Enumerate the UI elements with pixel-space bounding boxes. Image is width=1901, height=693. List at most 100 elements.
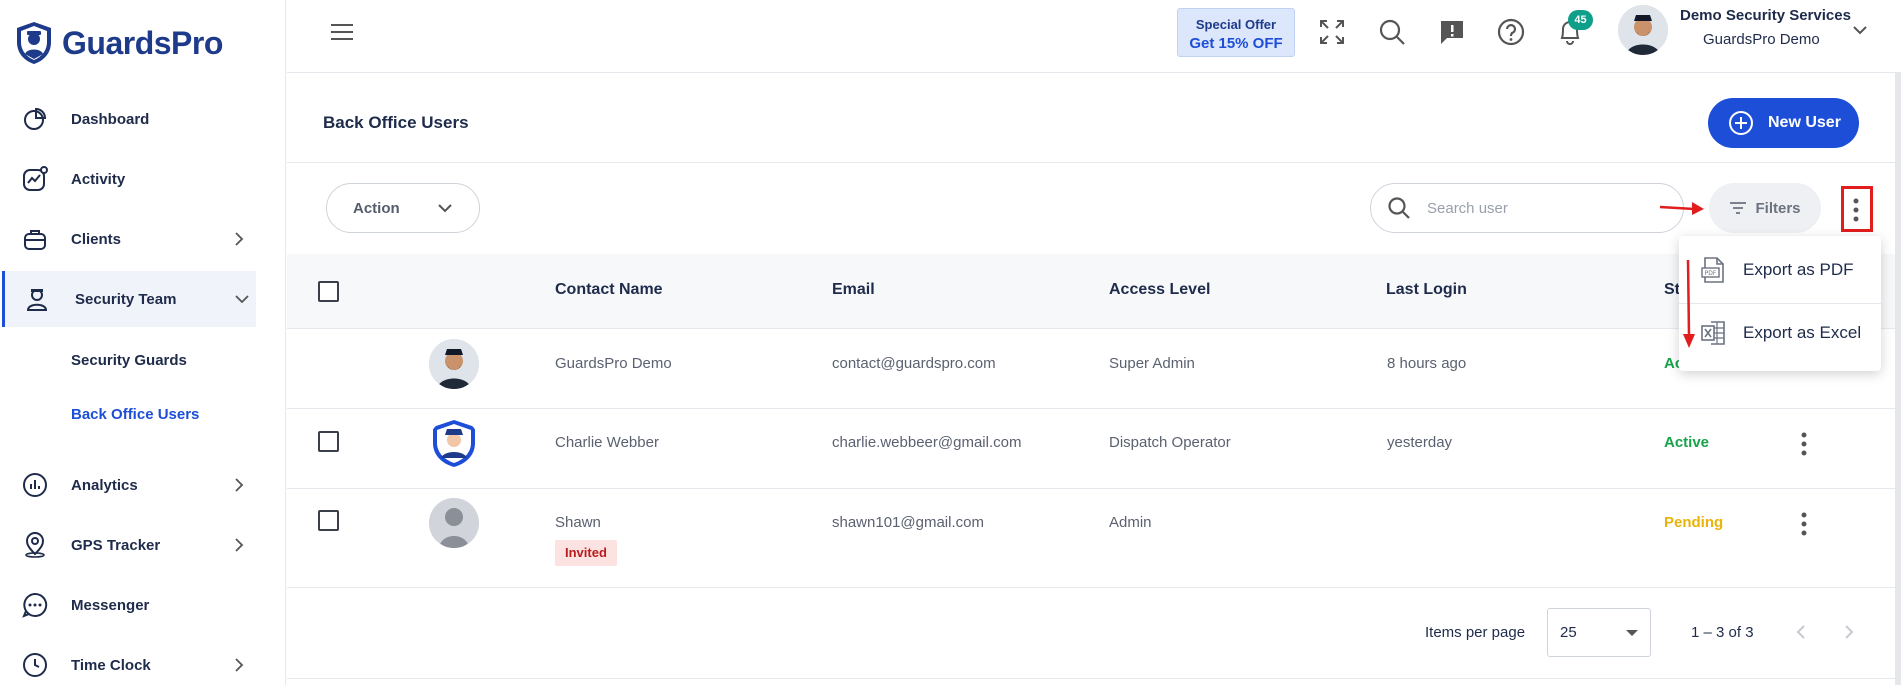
access-level: Dispatch Operator bbox=[1109, 434, 1231, 451]
column-header-email[interactable]: Email bbox=[832, 281, 875, 299]
hamburger-menu-icon[interactable] bbox=[330, 22, 354, 42]
user-avatar[interactable] bbox=[1618, 5, 1668, 55]
sidebar: GuardsPro Dashboard Activity Clients Sec… bbox=[0, 0, 286, 685]
export-pdf-item[interactable]: PDF Export as PDF bbox=[1679, 240, 1881, 300]
sidebar-item-label: Dashboard bbox=[71, 110, 150, 128]
table-row bbox=[287, 409, 1901, 489]
table-row bbox=[287, 489, 1901, 588]
user-name: Demo Security Services bbox=[1680, 7, 1851, 24]
fullscreen-icon[interactable] bbox=[1318, 18, 1346, 46]
contact-name[interactable]: Shawn bbox=[555, 514, 601, 531]
avatar bbox=[429, 418, 479, 468]
chevron-down-icon[interactable] bbox=[1852, 24, 1868, 36]
divider bbox=[287, 678, 1901, 679]
chevron-right-icon bbox=[235, 658, 244, 672]
shield-logo-icon bbox=[17, 22, 51, 64]
sidebar-item-gps-tracker[interactable]: GPS Tracker bbox=[0, 517, 286, 573]
gps-tracker-icon bbox=[25, 532, 45, 558]
chevron-down-icon bbox=[438, 204, 452, 213]
svg-text:PDF: PDF bbox=[1705, 270, 1717, 277]
more-options-icon[interactable] bbox=[1853, 198, 1859, 222]
sidebar-subitem-back-office-users[interactable]: Back Office Users bbox=[71, 406, 199, 423]
feedback-icon[interactable] bbox=[1438, 18, 1466, 46]
export-excel-item[interactable]: Export as Excel bbox=[1679, 303, 1881, 363]
new-user-label: New User bbox=[1768, 114, 1841, 131]
contact-name[interactable]: GuardsPro Demo bbox=[555, 355, 672, 372]
row-more-options-icon[interactable] bbox=[1801, 432, 1807, 456]
sidebar-item-activity[interactable]: Activity bbox=[0, 151, 286, 207]
items-per-page-select[interactable]: 25 bbox=[1547, 608, 1651, 657]
dropdown-arrow-icon bbox=[1626, 630, 1638, 636]
access-level: Super Admin bbox=[1109, 355, 1195, 372]
filters-label: Filters bbox=[1755, 199, 1801, 217]
sidebar-subitem-security-guards[interactable]: Security Guards bbox=[71, 352, 187, 369]
sidebar-item-label: Security Team bbox=[75, 290, 177, 308]
sidebar-item-label: Messenger bbox=[71, 596, 150, 614]
chevron-right-icon bbox=[235, 232, 244, 246]
sidebar-item-clients[interactable]: Clients bbox=[0, 211, 286, 267]
search-user-box bbox=[1370, 183, 1684, 233]
items-per-page-value: 25 bbox=[1560, 624, 1577, 641]
annotation-arrow-down-icon bbox=[1683, 259, 1695, 348]
sidebar-item-label: Clients bbox=[71, 230, 122, 248]
previous-page-icon[interactable] bbox=[1794, 624, 1808, 640]
table-header: Contact Name Email Access Level Last Log… bbox=[287, 254, 1901, 329]
email: charlie.webbeer@gmail.com bbox=[832, 434, 1022, 451]
sidebar-item-label: Time Clock bbox=[71, 656, 151, 674]
search-icon[interactable] bbox=[1378, 18, 1406, 46]
new-user-button[interactable]: New User bbox=[1708, 98, 1859, 148]
page-title: Back Office Users bbox=[323, 113, 469, 132]
offer-discount: Get 15% OFF bbox=[1189, 35, 1283, 52]
analytics-icon bbox=[23, 473, 47, 497]
row-more-options-icon[interactable] bbox=[1801, 512, 1807, 536]
filters-button[interactable]: Filters bbox=[1709, 183, 1821, 233]
brand-logo[interactable]: GuardsPro bbox=[14, 20, 223, 66]
sidebar-item-label: Activity bbox=[71, 170, 126, 188]
pagination-range: 1 – 3 of 3 bbox=[1691, 624, 1754, 641]
messenger-icon bbox=[22, 592, 48, 618]
dashboard-icon bbox=[24, 107, 47, 130]
sidebar-item-label: GPS Tracker bbox=[71, 536, 161, 554]
last-login: 8 hours ago bbox=[1387, 355, 1467, 372]
column-header-status[interactable]: St bbox=[1664, 281, 1680, 299]
email: contact@guardspro.com bbox=[832, 355, 996, 372]
filter-icon bbox=[1730, 202, 1747, 214]
row-checkbox[interactable] bbox=[318, 431, 339, 452]
clients-icon bbox=[24, 230, 46, 250]
chevron-right-icon bbox=[235, 478, 244, 492]
invited-badge: Invited bbox=[555, 540, 617, 566]
table-row bbox=[287, 329, 1901, 409]
sidebar-item-messenger[interactable]: Messenger bbox=[0, 577, 286, 633]
sidebar-item-dashboard[interactable]: Dashboard bbox=[0, 91, 286, 147]
next-page-icon[interactable] bbox=[1842, 624, 1856, 640]
chevron-down-icon bbox=[235, 295, 249, 304]
plus-circle-icon bbox=[1729, 111, 1753, 135]
status-badge: Pending bbox=[1664, 514, 1724, 531]
column-header-last-login[interactable]: Last Login bbox=[1386, 281, 1467, 299]
column-header-access-level[interactable]: Access Level bbox=[1109, 281, 1210, 299]
sidebar-item-analytics[interactable]: Analytics bbox=[0, 457, 286, 513]
export-pdf-label: Export as PDF bbox=[1743, 260, 1854, 279]
guard-badge-avatar-icon bbox=[433, 420, 475, 467]
access-level: Admin bbox=[1109, 514, 1152, 531]
security-team-icon bbox=[26, 289, 48, 311]
action-dropdown[interactable]: Action bbox=[326, 183, 480, 233]
sidebar-item-security-team[interactable]: Security Team bbox=[2, 271, 256, 327]
contact-name[interactable]: Charlie Webber bbox=[555, 434, 659, 451]
export-excel-label: Export as Excel bbox=[1743, 323, 1862, 342]
notification-count-badge: 45 bbox=[1568, 10, 1593, 30]
user-company: GuardsPro Demo bbox=[1703, 31, 1820, 48]
sidebar-item-label: Analytics bbox=[71, 476, 138, 494]
annotation-arrow-right-icon bbox=[1659, 202, 1704, 215]
special-offer-banner[interactable]: Special Offer Get 15% OFF bbox=[1177, 8, 1295, 57]
column-header-contact-name[interactable]: Contact Name bbox=[555, 281, 663, 299]
action-label: Action bbox=[353, 199, 400, 217]
avatar bbox=[429, 339, 479, 389]
row-checkbox[interactable] bbox=[318, 510, 339, 531]
offer-title: Special Offer bbox=[1195, 17, 1277, 32]
select-all-checkbox[interactable] bbox=[318, 281, 339, 302]
search-input[interactable] bbox=[1427, 196, 1667, 220]
vertical-scrollbar[interactable] bbox=[1895, 73, 1901, 685]
help-icon[interactable] bbox=[1497, 18, 1525, 46]
items-per-page-label: Items per page bbox=[1425, 624, 1526, 641]
